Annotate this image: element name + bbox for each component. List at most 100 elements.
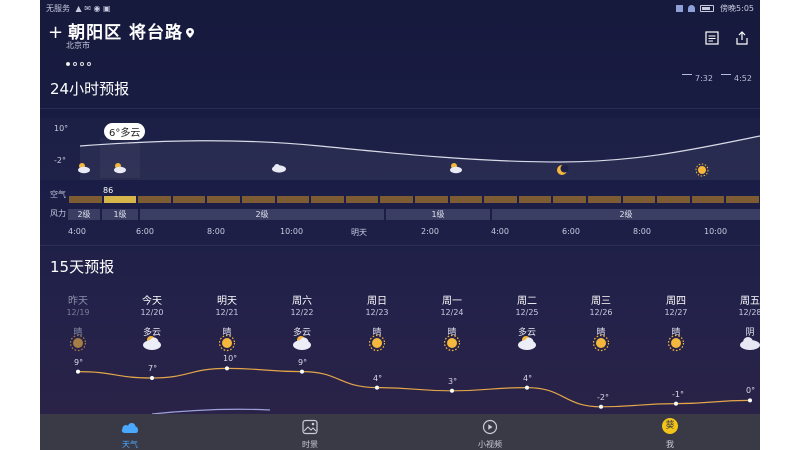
day-high-temp: 4° bbox=[523, 373, 533, 383]
day-high-point bbox=[225, 366, 229, 371]
day-high-temp: 10° bbox=[223, 354, 238, 364]
aqi-cell bbox=[657, 196, 690, 203]
nav-label: 天气 bbox=[122, 440, 138, 449]
plus-icon[interactable]: + bbox=[48, 22, 64, 43]
page-dot[interactable] bbox=[66, 62, 70, 66]
day-high-point bbox=[76, 369, 80, 374]
nav-label: 小视频 bbox=[478, 440, 502, 449]
hour-label: 2:00 bbox=[421, 227, 439, 236]
day-name: 明天 bbox=[217, 296, 237, 307]
aqi-cell bbox=[345, 196, 379, 203]
day-date: 12/21 bbox=[215, 308, 239, 317]
day-high-temp: -2° bbox=[597, 392, 609, 402]
day-high-temp: 0° bbox=[746, 386, 756, 396]
nav-videos[interactable]: 小视频 bbox=[460, 414, 520, 450]
day-date: 12/27 bbox=[664, 308, 688, 317]
aqi-cell bbox=[69, 196, 102, 203]
cloud-sun-icon bbox=[143, 336, 161, 350]
wind-row-label: 风力 bbox=[50, 209, 66, 218]
page-dot[interactable] bbox=[73, 62, 77, 66]
day-high-temp: 9° bbox=[298, 357, 308, 367]
share-icon[interactable] bbox=[734, 30, 750, 46]
hour-label: 4:00 bbox=[491, 227, 509, 236]
aqi-cell bbox=[276, 196, 310, 203]
day-date: 12/23 bbox=[365, 308, 389, 317]
day-high-point bbox=[674, 401, 678, 406]
daily-title: 15天预报 bbox=[50, 258, 115, 276]
aqi-cell bbox=[622, 196, 656, 203]
sun-icon bbox=[69, 334, 87, 352]
day-name: 周日 bbox=[367, 296, 387, 307]
sunrise-icon bbox=[682, 74, 692, 80]
day-name: 周三 bbox=[591, 296, 611, 307]
sun-icon bbox=[218, 334, 236, 352]
aqi-cell bbox=[138, 196, 171, 203]
aqi-cell bbox=[242, 196, 275, 203]
hour-label: 8:00 bbox=[207, 227, 225, 236]
day-high-temp: -1° bbox=[672, 389, 684, 399]
nav-me[interactable]: 葵 我 bbox=[640, 414, 700, 450]
hour-label: 10:00 bbox=[280, 227, 304, 236]
day-high-point bbox=[599, 404, 603, 409]
cloud-sun-icon bbox=[293, 336, 311, 350]
aqi-cell bbox=[207, 196, 240, 203]
day-high-point bbox=[300, 369, 304, 374]
page-indicator[interactable] bbox=[66, 51, 94, 70]
nav-weather[interactable]: 天气 bbox=[100, 414, 160, 450]
day-high-temp: 9° bbox=[74, 357, 84, 367]
day-high-point bbox=[150, 376, 154, 380]
day-name: 周四 bbox=[666, 296, 686, 307]
hour-label: 8:00 bbox=[633, 227, 651, 236]
aqi-value: 86 bbox=[103, 186, 114, 195]
day-high-temp: 7° bbox=[148, 364, 158, 373]
cloud-icon bbox=[740, 337, 760, 350]
day-high-temp: 4° bbox=[373, 373, 383, 383]
aqi-cell bbox=[415, 196, 448, 203]
hour-label: 6:00 bbox=[136, 227, 154, 236]
day-name: 今天 bbox=[142, 296, 162, 307]
location-pin-icon bbox=[186, 28, 195, 38]
aqi-cell bbox=[588, 196, 621, 203]
day-name: 昨天 bbox=[68, 296, 88, 307]
day-name: 周六 bbox=[292, 296, 312, 307]
weather-app-screen: 无服务 ▲ ✉ ◉ ▣ 傍晚5:05 + 朝阳区 将台路 北京市 24小时预报 7… bbox=[40, 0, 760, 450]
aqi-cell bbox=[484, 196, 517, 203]
sunrise-time: 7:32 bbox=[695, 74, 713, 83]
day-date: 12/28 bbox=[738, 308, 760, 317]
battery-icon bbox=[700, 5, 715, 12]
current-temp-tooltip: 6°多云 bbox=[104, 123, 146, 140]
hour-label: 明天 bbox=[351, 228, 367, 237]
day-date: 12/25 bbox=[515, 308, 539, 317]
carrier-label: 无服务 bbox=[46, 4, 70, 13]
hourly-temperature-chart bbox=[78, 135, 760, 180]
hourly-temperature-area bbox=[80, 136, 760, 180]
nav-scenes[interactable]: 时景 bbox=[280, 414, 340, 450]
day-high-point bbox=[450, 388, 454, 393]
status-time: 5:05 bbox=[736, 4, 754, 13]
image-icon bbox=[302, 419, 318, 435]
wind-segment: 2级 bbox=[68, 209, 100, 220]
day-date: 12/20 bbox=[140, 308, 164, 317]
wind-segment: 2级 bbox=[492, 209, 760, 220]
aqi-cell bbox=[518, 196, 552, 203]
hour-label: 6:00 bbox=[562, 227, 580, 236]
nav-label: 时景 bbox=[302, 440, 318, 449]
hourly-title: 24小时预报 bbox=[50, 80, 130, 98]
aqi-cell bbox=[691, 196, 725, 203]
page-dot[interactable] bbox=[87, 62, 91, 66]
status-left: 无服务 ▲ ✉ ◉ ▣ bbox=[46, 3, 111, 14]
sunset-icon bbox=[721, 74, 731, 80]
page-dot[interactable] bbox=[80, 62, 84, 66]
aqi-cell bbox=[726, 196, 759, 203]
day-date: 12/26 bbox=[589, 308, 613, 317]
news-icon[interactable] bbox=[704, 30, 720, 46]
day-date: 12/22 bbox=[290, 308, 314, 317]
avatar-icon: 葵 bbox=[662, 418, 678, 434]
day-high-point bbox=[525, 385, 529, 390]
cloud-icon bbox=[121, 423, 139, 433]
day-date: 12/24 bbox=[440, 308, 464, 317]
play-icon bbox=[482, 419, 498, 435]
sun-icon bbox=[368, 334, 386, 352]
wind-segment: 2级 bbox=[140, 209, 384, 220]
sun-icon bbox=[667, 334, 685, 352]
